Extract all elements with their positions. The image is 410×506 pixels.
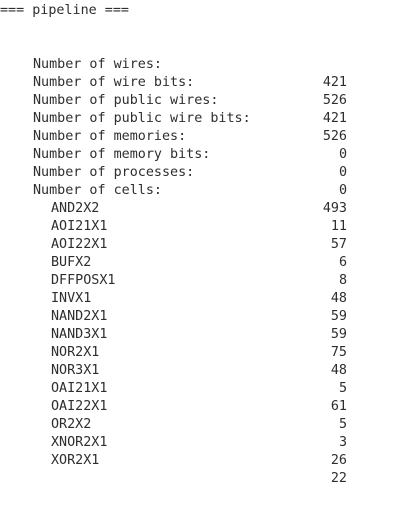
cell-row-nor2x1: NOR2X1 48 bbox=[0, 326, 410, 378]
stats-list: Number of wires: 421 Number of wire bits… bbox=[0, 38, 410, 486]
cell-row-dffposx1: DFFPOSX1 48 bbox=[0, 254, 410, 306]
module-header: === pipeline === bbox=[0, 3, 129, 18]
stat-row-public-wires: Number of public wires: 421 bbox=[0, 74, 410, 126]
stat-row-memory-bits: Number of memory bits: 0 bbox=[0, 128, 410, 180]
stat-row-wires: Number of wires: 421 bbox=[0, 38, 410, 90]
stat-row-memories: Number of memories: 0 bbox=[0, 110, 410, 162]
stat-row-wire-bits: Number of wire bits: 526 bbox=[0, 56, 410, 108]
cell-row-bufx2: BUFX2 8 bbox=[0, 236, 410, 288]
cell-row-aoi21x1: AOI21X1 57 bbox=[0, 200, 410, 252]
stat-row-public-wire-bits: Number of public wire bits: 526 bbox=[0, 92, 410, 144]
terminal-output: === pipeline === Number of wires: 421 Nu… bbox=[0, 0, 410, 486]
cell-row-xor2x1: XOR2X1 22 bbox=[0, 434, 410, 486]
cell-row-oai21x1: OAI21X1 61 bbox=[0, 362, 410, 414]
cell-row-or2x2: OR2X2 3 bbox=[0, 398, 410, 450]
cell-row-nand3x1: NAND3X1 75 bbox=[0, 308, 410, 360]
cell-name: XOR2X1 bbox=[51, 453, 100, 468]
cell-row-nand2x1: NAND2X1 59 bbox=[0, 290, 410, 342]
cell-row-aoi22x1: AOI22X1 6 bbox=[0, 218, 410, 270]
stat-row-processes: Number of processes: 0 bbox=[0, 146, 410, 198]
stat-row-cells: Number of cells: 493 bbox=[0, 164, 410, 216]
cell-row-invx1: INVX1 59 bbox=[0, 272, 410, 324]
cell-count: 22 bbox=[330, 471, 347, 486]
cell-count: 26 bbox=[330, 453, 347, 468]
cell-row-nor3x1: NOR3X1 5 bbox=[0, 344, 410, 396]
cell-row-and2x2: AND2X2 11 bbox=[0, 182, 410, 234]
cell-row-oai22x1: OAI22X1 5 bbox=[0, 380, 410, 432]
cell-row-xnor2x1: XNOR2X1 26 bbox=[0, 416, 410, 468]
